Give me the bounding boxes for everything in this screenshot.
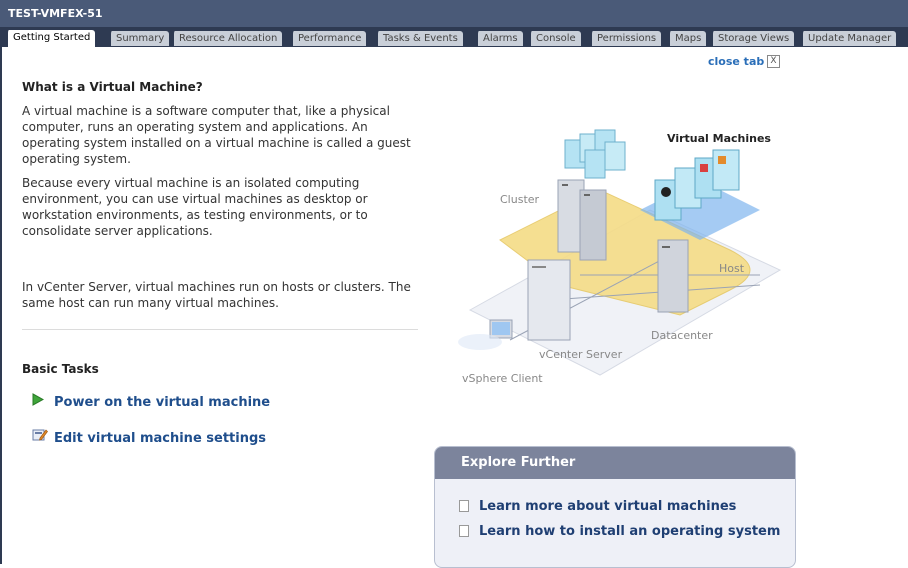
learn-more-vms-label: Learn more about virtual machines xyxy=(479,499,737,514)
label-vsphere-client: vSphere Client xyxy=(462,372,543,385)
tab-console[interactable]: Console xyxy=(529,31,581,46)
intro-paragraph: A virtual machine is a software computer… xyxy=(22,104,411,166)
datacenter-diagram: Virtual Machines Cluster Host Datacenter… xyxy=(430,100,790,400)
explore-further-panel: Explore Further Learn more about virtual… xyxy=(434,446,796,568)
window-title: TEST-VMFEX-51 xyxy=(0,0,908,27)
isolation-paragraph: Because every virtual machine is an isol… xyxy=(22,176,368,238)
power-on-label: Power on the virtual machine xyxy=(54,395,271,410)
left-border xyxy=(0,47,2,564)
close-box-icon[interactable]: X xyxy=(767,55,780,68)
tab-update-manager[interactable]: Update Manager xyxy=(801,31,897,46)
tab-permissions[interactable]: Permissions xyxy=(590,31,662,46)
page-title: What is a Virtual Machine? xyxy=(22,80,203,94)
label-cluster: Cluster xyxy=(500,193,540,206)
play-icon xyxy=(32,393,48,410)
tab-resource-allocation[interactable]: Resource Allocation xyxy=(172,31,283,46)
close-tab-link[interactable]: close tab xyxy=(708,55,764,68)
label-virtual-machines: Virtual Machines xyxy=(667,132,771,145)
tab-tasks-events[interactable]: Tasks & Events xyxy=(376,31,463,46)
label-vcenter-server: vCenter Server xyxy=(539,348,623,361)
learn-more-vms-link[interactable]: Learn more about virtual machines xyxy=(459,499,736,514)
tab-strip: Getting Started Summary Resource Allocat… xyxy=(0,27,908,47)
edit-settings-label: Edit virtual machine settings xyxy=(54,431,267,446)
tab-performance[interactable]: Performance xyxy=(291,31,367,46)
document-icon xyxy=(459,500,469,512)
document-icon xyxy=(459,525,469,537)
tab-getting-started[interactable]: Getting Started xyxy=(6,30,96,47)
tab-maps[interactable]: Maps xyxy=(668,31,707,46)
learn-install-os-link[interactable]: Learn how to install an operating system xyxy=(459,524,780,539)
tab-summary[interactable]: Summary xyxy=(109,31,170,46)
label-host: Host xyxy=(719,262,745,275)
edit-settings-icon xyxy=(32,427,48,446)
vcenter-paragraph: In vCenter Server, virtual machines run … xyxy=(22,280,411,310)
basic-tasks-heading: Basic Tasks xyxy=(22,362,99,376)
learn-install-os-label: Learn how to install an operating system xyxy=(479,524,781,539)
edit-settings-task[interactable]: Edit virtual machine settings xyxy=(32,427,266,446)
explore-further-heading: Explore Further xyxy=(435,447,795,479)
tab-alarms[interactable]: Alarms xyxy=(476,31,523,46)
section-divider xyxy=(22,329,418,330)
tab-storage-views[interactable]: Storage Views xyxy=(711,31,795,46)
power-on-task[interactable]: Power on the virtual machine xyxy=(32,393,270,410)
label-datacenter: Datacenter xyxy=(651,329,713,342)
